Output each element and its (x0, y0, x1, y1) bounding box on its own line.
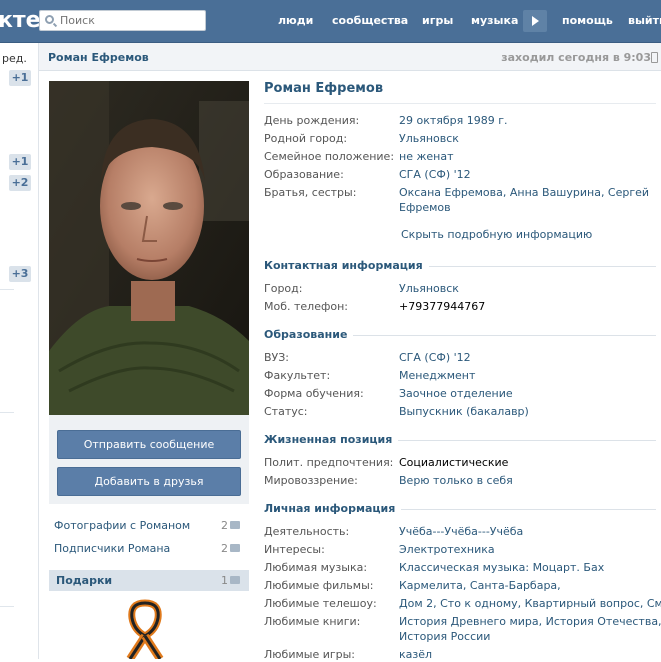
label-worldview: Мировоззрение: (264, 474, 358, 487)
gifts-header[interactable]: Подарки 1 (49, 570, 249, 591)
value-siblings[interactable]: Оксана Ефремова, Анна Вашурина, Сергей (399, 186, 649, 199)
label-city: Город: (264, 282, 303, 295)
users-icon (230, 544, 240, 552)
label-hometown: Родной город: (264, 132, 348, 145)
label-activity: Деятельность: (264, 525, 350, 538)
followers-link[interactable]: Подписчики Романа (54, 542, 170, 555)
contacts-title: Контактная информация (264, 259, 429, 272)
personal-title: Личная информация (264, 502, 402, 515)
sidebar-separator (38, 43, 39, 659)
profile-photo[interactable] (49, 81, 249, 415)
profile-name: Роман Ефремов (264, 81, 384, 96)
label-university: ВУЗ: (264, 351, 290, 364)
divider (264, 103, 656, 104)
value-hometown[interactable]: Ульяновск (399, 132, 459, 145)
sidebar-badge[interactable]: +3 (9, 266, 31, 282)
label-status: Статус: (264, 405, 308, 418)
sidebar-badge[interactable]: +1 (9, 154, 31, 170)
value-faculty[interactable]: Менеджмент (399, 369, 475, 382)
sidebar-badge[interactable]: +1 (9, 70, 31, 86)
search-input[interactable] (60, 13, 200, 28)
label-music: Любимая музыка: (264, 561, 368, 574)
position-title: Жизненная позиция (264, 433, 399, 446)
label-movies: Любимые фильмы: (264, 579, 374, 592)
label-games: Любимые игры: (264, 648, 356, 661)
value-birthday[interactable]: 29 октября 1989 г. (399, 114, 508, 127)
gift-icon (230, 576, 240, 584)
gifts-title: Подарки (56, 574, 113, 587)
sidebar-edit-link[interactable]: ред. (2, 52, 27, 65)
label-siblings: Братья, сестры: (264, 186, 357, 199)
sidebar-divider (0, 412, 14, 413)
camera-icon (230, 521, 240, 529)
label-education: Образование: (264, 168, 344, 181)
add-friend-button[interactable]: Добавить в друзья (57, 467, 241, 496)
value-activity[interactable]: Учёба---Учёба---Учёба (399, 525, 523, 538)
label-books: Любимые книги: (264, 615, 361, 628)
value-mobile: +79377944767 (399, 300, 486, 313)
label-study-form: Форма обучения: (264, 387, 364, 400)
value-games[interactable]: казёл (399, 648, 432, 661)
nav-music[interactable]: музыка (471, 14, 518, 27)
sidebar-divider (0, 289, 14, 290)
value-interests[interactable]: Электротехника (399, 543, 495, 556)
value-study-form[interactable]: Заочное отделение (399, 387, 513, 400)
label-interests: Интересы: (264, 543, 325, 556)
site-logo[interactable]: кте (0, 8, 41, 33)
nav-help[interactable]: помощь (562, 14, 613, 27)
nav-logout[interactable]: выйти (628, 14, 661, 27)
value-books-cont[interactable]: История России (399, 630, 490, 643)
value-movies[interactable]: Кармелита, Санта-Барбара, (399, 579, 561, 592)
search-box[interactable] (39, 10, 206, 31)
profile-photo-box: Отправить сообщение Добавить в друзья (49, 81, 249, 504)
label-marital: Семейное положение: (264, 150, 395, 163)
education-title: Образование (264, 328, 354, 341)
label-birthday: День рождения: (264, 114, 360, 127)
gift-ribbon-icon[interactable] (120, 598, 170, 662)
gifts-count: 1 (221, 574, 228, 587)
nav-people[interactable]: люди (278, 14, 313, 27)
sidebar-divider (0, 606, 14, 607)
value-politics: Социалистические (399, 456, 509, 469)
top-bar: кте люди сообщества игры музыка помощь в… (0, 0, 661, 43)
value-education[interactable]: СГА (СФ) '12 (399, 168, 471, 181)
value-tvshows[interactable]: Дом 2, Сто к одному, Квартирный вопрос, … (399, 597, 661, 610)
followers-count: 2 (221, 542, 228, 555)
hide-details-link[interactable]: Скрыть подробную информацию (401, 228, 592, 241)
profile-header-name[interactable]: Роман Ефремов (48, 51, 149, 64)
value-worldview[interactable]: Верю только в себя (399, 474, 513, 487)
search-icon (45, 15, 54, 24)
photos-count: 2 (221, 519, 228, 532)
value-status[interactable]: Выпускник (бакалавр) (399, 405, 529, 418)
sidebar-badge[interactable]: +2 (9, 175, 31, 191)
send-message-button[interactable]: Отправить сообщение (57, 430, 241, 459)
nav-games[interactable]: игры (422, 14, 453, 27)
value-city[interactable]: Ульяновск (399, 282, 459, 295)
photos-with-link[interactable]: Фотографии с Романом (54, 519, 190, 532)
profile-header-row: Роман Ефремов заходил сегодня в 9:03 (39, 43, 661, 71)
label-tvshows: Любимые телешоу: (264, 597, 377, 610)
value-music[interactable]: Классическая музыка: Моцарт. Бах (399, 561, 604, 574)
play-icon[interactable] (523, 10, 547, 32)
value-books[interactable]: История Древнего мира, История Отечества… (399, 615, 661, 628)
nav-communities[interactable]: сообщества (332, 14, 408, 27)
value-siblings-cont[interactable]: Ефремов (399, 201, 451, 214)
label-politics: Полит. предпочтения: (264, 456, 394, 469)
online-status: заходил сегодня в 9:03 (501, 51, 651, 64)
label-mobile: Моб. телефон: (264, 300, 349, 313)
label-faculty: Факультет: (264, 369, 331, 382)
mobile-icon (651, 52, 658, 63)
value-university[interactable]: СГА (СФ) '12 (399, 351, 471, 364)
value-marital[interactable]: не женат (399, 150, 453, 163)
